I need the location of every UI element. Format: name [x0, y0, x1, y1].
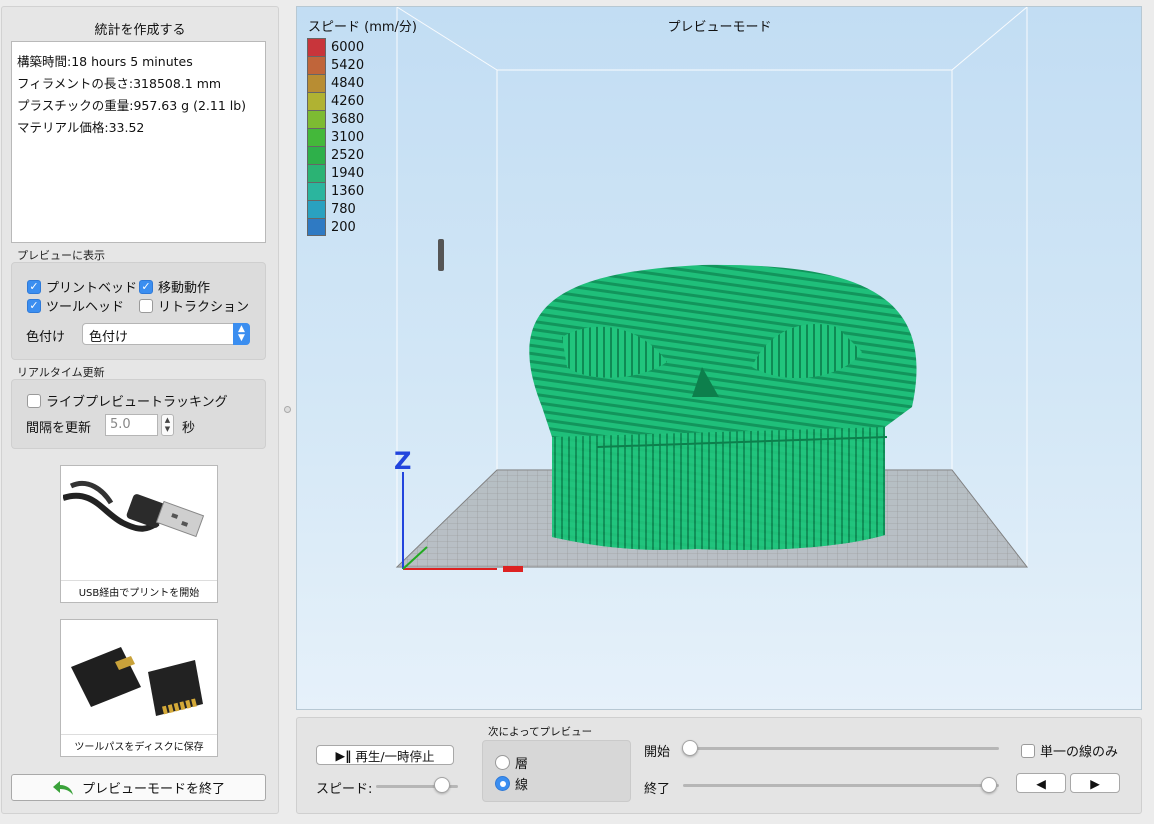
- legend-row: 3100: [307, 128, 364, 146]
- legend-row: 6000: [307, 38, 364, 56]
- sd-card-icon: [63, 622, 215, 734]
- end-slider-knob[interactable]: [981, 777, 997, 793]
- preview-by-label: 次によってプレビュー: [488, 726, 593, 738]
- interval-stepper[interactable]: ▲ ▼: [161, 414, 174, 436]
- legend-row: 200: [307, 218, 356, 236]
- checkbox-travel-moves[interactable]: ✓ 移動動作: [139, 277, 210, 296]
- checkbox-single-line[interactable]: 単一の線のみ: [1021, 741, 1118, 760]
- legend-row: 1940: [307, 164, 364, 182]
- interval-unit: 秒: [182, 421, 196, 436]
- usb-print-caption: USB経由でプリントを開始: [61, 580, 217, 602]
- legend-row: 4840: [307, 74, 364, 92]
- left-panel: 統計を作成する 構築時間:18 hours 5 minutes フィラメントの長…: [1, 6, 279, 814]
- save-to-disk-caption: ツールパスをディスクに保存: [61, 734, 217, 756]
- radio-layer[interactable]: 層: [495, 753, 528, 772]
- triangle-right-icon: ▶: [1090, 775, 1100, 791]
- realtime-label: リアルタイム更新: [17, 366, 105, 379]
- start-slider-knob[interactable]: [682, 740, 698, 756]
- legend-row: 5420: [307, 56, 364, 74]
- checkbox-checked-icon: ✓: [139, 279, 153, 294]
- radio-line[interactable]: 線: [495, 774, 528, 793]
- checkbox-print-bed[interactable]: ✓ プリントベッド: [27, 277, 137, 296]
- preview-viewport[interactable]: プレビューモード スピード (mm/分) 6000 5420 4840 4260…: [296, 6, 1142, 710]
- speed-label: スピード:: [316, 782, 373, 797]
- stats-title: 統計を作成する: [94, 23, 186, 38]
- legend-title: スピード (mm/分): [308, 20, 417, 35]
- z-axis-label: Z: [394, 447, 412, 475]
- stats-box: 構築時間:18 hours 5 minutes フィラメントの長さ:318508…: [11, 41, 266, 243]
- legend-row: 780: [307, 200, 356, 218]
- coloring-label: 色付け: [26, 330, 66, 345]
- checkbox-live-tracking[interactable]: ライブプレビュートラッキング: [27, 391, 228, 410]
- prev-step-button[interactable]: ◀: [1016, 773, 1066, 793]
- preview-display-label: プレビューに表示: [17, 249, 105, 262]
- end-label: 終了: [644, 782, 671, 797]
- end-slider-track[interactable]: [683, 784, 999, 787]
- stat-plastic-weight: プラスチックの重量:957.63 g (2.11 lb): [17, 98, 247, 113]
- exit-preview-button[interactable]: プレビューモードを終了: [11, 774, 266, 801]
- checkbox-checked-icon: ✓: [27, 298, 41, 313]
- start-slider-track[interactable]: [683, 747, 999, 750]
- interval-label: 間隔を更新: [26, 421, 92, 436]
- legend-row: 3680: [307, 110, 364, 128]
- playback-controls: ▶‖ 再生/一時停止 スピード: 次によってプレビュー 層 線 開始 終了 単一…: [296, 717, 1142, 814]
- checkbox-retraction[interactable]: リトラクション: [139, 296, 249, 315]
- play-pause-button[interactable]: ▶‖ 再生/一時停止: [316, 745, 454, 765]
- usb-print-button[interactable]: USB経由でプリントを開始: [60, 465, 218, 603]
- stat-filament-length: フィラメントの長さ:318508.1 mm: [17, 76, 222, 91]
- legend-row: 4260: [307, 92, 364, 110]
- triangle-left-icon: ◀: [1036, 775, 1046, 791]
- coloring-select[interactable]: 色付け ▲ ▼: [82, 323, 250, 345]
- radio-selected-icon: [495, 776, 510, 791]
- checkbox-checked-icon: ✓: [27, 279, 41, 294]
- legend-row: 2520: [307, 146, 364, 164]
- speed-slider-knob[interactable]: [434, 777, 450, 793]
- save-to-disk-button[interactable]: ツールパスをディスクに保存: [60, 619, 218, 757]
- play-pause-icon: ▶‖: [335, 747, 352, 763]
- legend-row: 1360: [307, 182, 364, 200]
- next-step-button[interactable]: ▶: [1070, 773, 1120, 793]
- preview-by-group: 層 線: [482, 740, 631, 802]
- back-arrow-icon: [52, 780, 73, 795]
- checkbox-tool-head[interactable]: ✓ ツールヘッド: [27, 296, 124, 315]
- splitter-handle[interactable]: [284, 406, 291, 413]
- start-label: 開始: [644, 745, 671, 760]
- realtime-group: ライブプレビュートラッキング 間隔を更新 5.0 ▲ ▼ 秒: [11, 379, 266, 449]
- select-arrows-icon: ▲ ▼: [233, 323, 250, 345]
- stat-build-time: 構築時間:18 hours 5 minutes: [17, 54, 193, 69]
- interval-input[interactable]: 5.0: [105, 414, 158, 436]
- stat-material-cost: マテリアル価格:33.52: [17, 120, 145, 135]
- scene-3d: [395, 7, 1029, 572]
- preview-display-group: ✓ プリントベッド ✓ 移動動作 ✓ ツールヘッド リトラクション 色付け 色付…: [11, 262, 266, 360]
- usb-cable-icon: [62, 468, 215, 580]
- viewport-title: プレビューモード: [667, 20, 772, 35]
